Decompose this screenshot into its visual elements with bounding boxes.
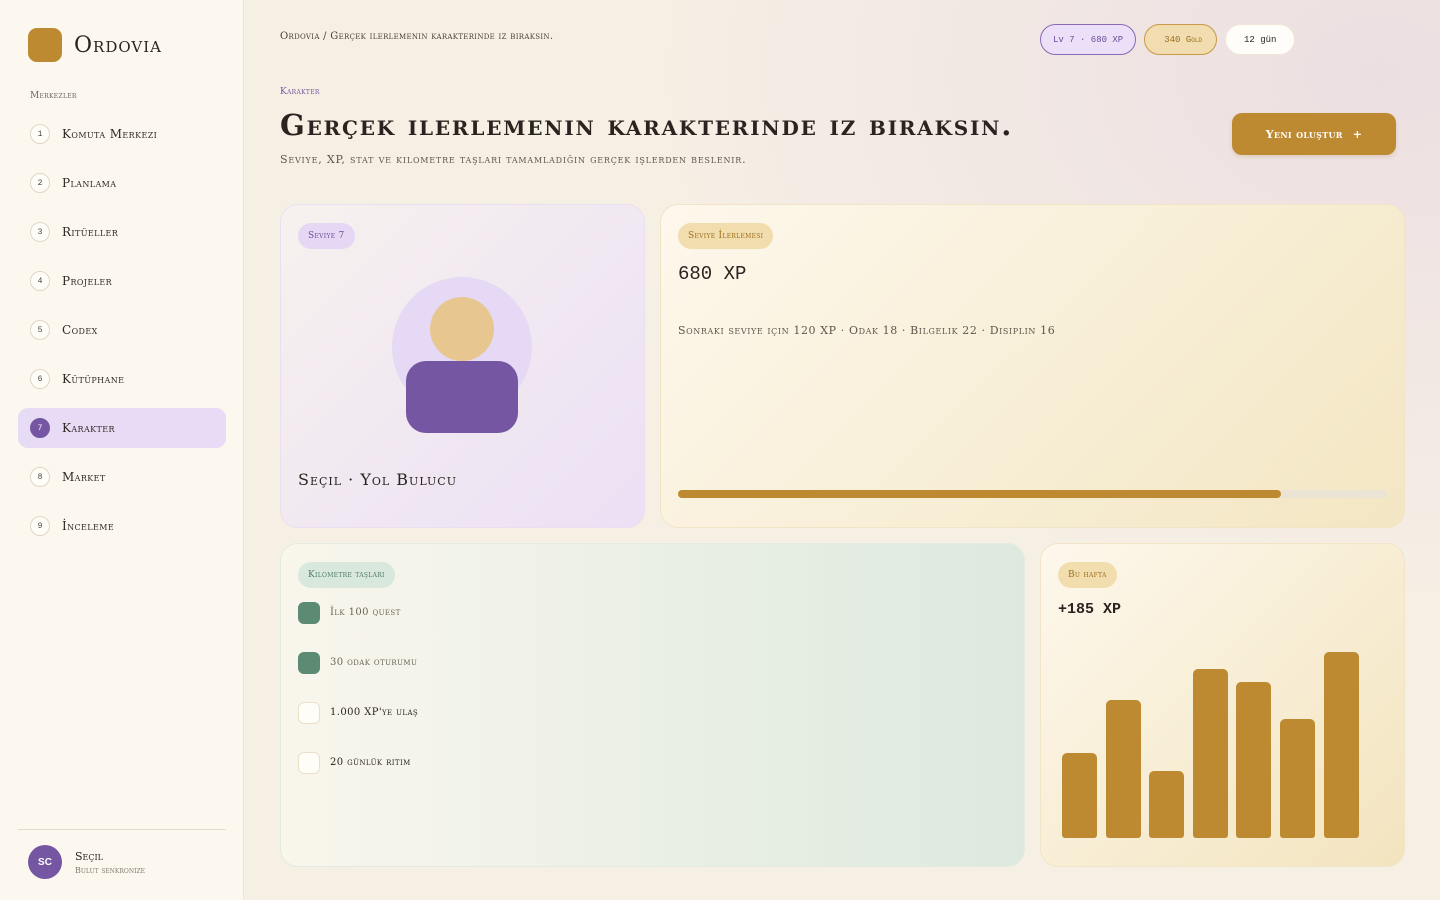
user-name: Seçil [75,849,103,863]
weekly-bar-3 [1149,771,1185,838]
page-title: Gerçek ilerlemenin karakterinde iz bırak… [280,108,1014,142]
milestone-label: 1.000 XP'ye ulaş [330,707,419,718]
nav-number-badge: 6 [30,369,50,389]
sidebar-item-market[interactable]: 8 Market [18,457,226,497]
sidebar-item-karakter[interactable]: 7 Karakter [18,408,226,448]
stats-line: Sonraki seviye için 120 XP · Odak 18 · B… [678,324,1056,337]
brand[interactable]: Ordovia [28,28,162,62]
sidebar-item-ritueller[interactable]: 3 Ritüeller [18,212,226,252]
sidebar-divider [18,829,226,830]
week-tag: Bu hafta [1058,562,1117,588]
nav-number-badge: 1 [30,124,50,144]
sidebar-item-projeler[interactable]: 4 Projeler [18,261,226,301]
page-eyebrow: Karakter [280,87,320,97]
sidebar-item-label: Projeler [62,274,113,288]
weekly-xp-card: Bu hafta +185 XP [1040,543,1405,867]
gold-badge[interactable]: 340 Gold [1144,24,1218,55]
character-avatar-illustration [392,277,532,437]
milestone-label: 30 odak oturumu [330,657,418,668]
plus-icon: + [1352,127,1363,141]
milestone-item[interactable]: 1.000 XP'ye ulaş [298,701,418,724]
page-subtitle: Seviye, XP, stat ve kilometre taşları ta… [280,153,747,166]
brand-logo-icon [28,28,62,62]
user-text: Seçil Bulut senkronize [75,850,145,875]
sidebar-item-label: Ritüeller [62,225,119,239]
main-content: Ordovia / Gerçek ilerlemenin karakterind… [245,0,1440,900]
progress-tag: Seviye İlerlemesi [678,223,774,249]
weekly-xp-bars [1062,644,1362,838]
avatar-body [406,361,518,433]
sidebar-item-label: Codex [62,323,98,337]
nav-number-badge: 4 [30,271,50,291]
nav-number-badge: 2 [30,173,50,193]
sidebar-item-komuta-merkezi[interactable]: 1 Komuta Merkezi [18,114,226,154]
sidebar: Ordovia Merkezler 1 Komuta Merkezi 2 Pla… [0,0,244,900]
character-name: Seçil · Yol Bulucu [298,470,457,489]
nav-number-badge: 5 [30,320,50,340]
level-xp-badge[interactable]: Lv 7 · 680 XP [1040,24,1137,55]
avatar[interactable]: SC [28,845,62,879]
milestone-label: İlk 100 quest [330,607,401,618]
milestones-tag: Kilometre taşları [298,562,395,588]
milestone-checkbox[interactable] [298,701,320,724]
nav-number-badge: 7 [30,418,50,438]
nav-number-badge: 8 [30,467,50,487]
create-new-button[interactable]: Yeni oluştur + [1232,113,1396,155]
milestones-card: Kilometre taşları İlk 100 quest 30 odak … [280,543,1025,867]
weekly-xp-total: +185 XP [1058,601,1122,618]
sidebar-nav: 1 Komuta Merkezi 2 Planlama 3 Ritüeller … [18,114,226,555]
sidebar-item-label: İnceleme [62,519,115,533]
nav-number-badge: 3 [30,222,50,242]
nav-section-label: Merkezler [30,91,77,101]
sidebar-item-label: Karakter [62,421,115,435]
level-progress-card: Seviye İlerlemesi 680 XP Sonraki seviye … [660,204,1405,528]
xp-total: 680 XP [678,263,747,285]
milestone-label: 20 günlük ritim [330,757,411,768]
streak-days-badge[interactable]: 12 gün [1225,24,1296,55]
avatar-head [430,297,494,361]
milestone-item[interactable]: İlk 100 quest [298,601,418,624]
sidebar-item-label: Kütüphane [62,372,125,386]
weekly-bar-1 [1062,753,1097,838]
weekly-bar-6 [1280,718,1315,838]
weekly-bar-7 [1323,652,1359,838]
milestone-item[interactable]: 30 odak oturumu [298,651,418,674]
xp-progress-fill [678,490,1281,498]
nav-number-badge: 9 [30,516,50,536]
sidebar-item-label: Market [62,470,106,484]
xp-progress-bar [678,490,1387,498]
brand-name: Ordovia [74,32,162,58]
create-new-label: Yeni oluştur [1265,127,1343,141]
weekly-bar-5 [1236,681,1272,838]
weekly-bar-4 [1192,668,1228,838]
sidebar-item-label: Komuta Merkezi [62,127,158,141]
sidebar-item-inceleme[interactable]: 9 İnceleme [18,506,226,546]
milestone-item[interactable]: 20 günlük ritim [298,751,418,774]
sidebar-item-kutuphane[interactable]: 6 Kütüphane [18,359,226,399]
milestone-checkbox[interactable] [298,651,320,674]
sidebar-item-label: Planlama [62,176,117,190]
user-profile[interactable]: SC Seçil Bulut senkronize [28,845,145,879]
sync-status: Bulut senkronize [75,865,146,875]
status-pills: Lv 7 · 680 XP 340 Gold 12 gün [1040,24,1303,55]
character-card: Seviye 7 Seçil · Yol Bulucu [280,204,645,528]
milestone-list: İlk 100 quest 30 odak oturumu 1.000 XP'y… [298,601,418,801]
sidebar-item-codex[interactable]: 5 Codex [18,310,226,350]
milestone-checkbox[interactable] [298,601,320,624]
sidebar-item-planlama[interactable]: 2 Planlama [18,163,226,203]
breadcrumb: Ordovia / Gerçek ilerlemenin karakterind… [280,31,554,42]
level-tag: Seviye 7 [298,223,355,249]
milestone-checkbox[interactable] [298,751,320,774]
weekly-bar-2 [1105,700,1141,838]
